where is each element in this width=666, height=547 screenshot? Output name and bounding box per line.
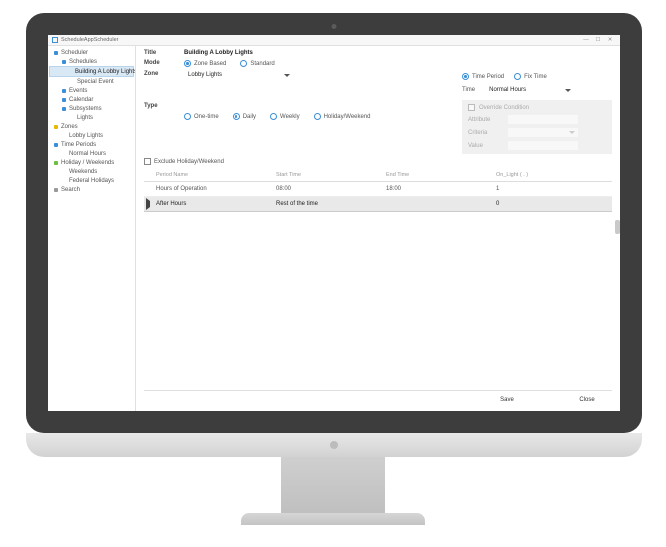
sidebar-item-label: Zones	[61, 124, 78, 130]
period-table-header: Period Name Start Time End Time On_Light…	[144, 169, 612, 182]
tree-bullet-icon	[62, 107, 66, 111]
tree-bullet-icon	[70, 116, 74, 120]
monitor-stand	[281, 457, 385, 515]
nav-tree: Scheduler Schedules Building A Lobby Light…	[48, 46, 136, 411]
tree-bullet-icon	[62, 170, 66, 174]
tree-bullet-icon	[54, 161, 58, 165]
tree-bullet-icon	[62, 98, 66, 102]
tree-bullet-icon	[62, 60, 66, 64]
sidebar-item-label: Scheduler	[61, 50, 88, 56]
sidebar-item[interactable]: Subsystems	[48, 104, 135, 113]
app-icon	[52, 37, 58, 43]
sidebar-item[interactable]: Holiday / Weekends	[48, 158, 135, 167]
window-titlebar: ScheduleAppScheduler — ☐ ✕	[48, 35, 620, 46]
sidebar-item-label: Schedules	[69, 59, 97, 65]
tree-bullet-icon	[70, 80, 74, 84]
chevron-down-icon	[565, 89, 571, 92]
type-radio-weekly[interactable]: Weekly	[270, 113, 300, 120]
sidebar-item[interactable]: Federal Holidays	[48, 176, 135, 185]
sidebar-item[interactable]: Schedules	[48, 57, 135, 66]
time-period-radio[interactable]: Time Period	[462, 73, 504, 80]
sidebar-item[interactable]: Normal Hours	[48, 149, 135, 158]
mode-radio-standard[interactable]: Standard	[240, 60, 274, 67]
chevron-down-icon	[284, 74, 290, 77]
table-row[interactable]: After HoursRest of the time0	[144, 197, 612, 212]
title-label: Title	[144, 50, 178, 56]
sidebar-item-label: Federal Holidays	[69, 178, 114, 184]
criteria-field	[508, 128, 578, 137]
sidebar-item[interactable]: Events	[48, 86, 135, 95]
sidebar-item-label: Normal Hours	[69, 151, 106, 157]
tree-bullet-icon	[62, 89, 66, 93]
sidebar-item[interactable]: Time Periods	[48, 140, 135, 149]
sidebar-item-label: Holiday / Weekends	[61, 160, 114, 166]
power-button	[330, 441, 338, 449]
sidebar-item[interactable]: Calendar	[48, 95, 135, 104]
save-button[interactable]: Save	[482, 395, 532, 405]
window-close[interactable]: ✕	[604, 37, 616, 43]
zone-dropdown[interactable]: Lobby Lights	[184, 71, 294, 79]
camera-dot	[332, 24, 337, 29]
exclude-checkbox[interactable]	[144, 158, 151, 165]
sidebar-item-label: Lobby Lights	[69, 133, 103, 139]
tree-bullet-icon	[54, 188, 58, 192]
type-radio-onetime[interactable]: One-time	[184, 113, 219, 120]
sidebar-item[interactable]: Special Event	[48, 77, 135, 86]
row-cursor-icon	[146, 198, 150, 210]
scrollbar-thumb[interactable]	[615, 220, 620, 234]
sidebar-item-label: Search	[61, 187, 80, 193]
monitor-chin	[26, 433, 642, 457]
tree-bullet-icon	[54, 51, 58, 55]
time-dropdown[interactable]: Normal Hours	[485, 86, 575, 94]
window-maximize[interactable]: ☐	[592, 37, 604, 43]
monitor-frame: ScheduleAppScheduler — ☐ ✕ SchedulerSche…	[26, 13, 642, 433]
value-field	[508, 141, 578, 150]
window-title: ScheduleAppScheduler	[61, 37, 119, 43]
table-row[interactable]: Hours of Operation08:0018:001	[144, 182, 612, 197]
sidebar-item-label: Special Event	[77, 79, 114, 85]
tree-bullet-icon	[54, 125, 58, 129]
tree-bullet-icon	[62, 179, 66, 183]
sidebar-item-label: Building A Lobby Lights	[75, 69, 136, 75]
sidebar-item[interactable]: Zones	[48, 122, 135, 131]
window-minimize[interactable]: —	[580, 37, 592, 43]
type-radio-holiday[interactable]: Holiday/Weekend	[314, 113, 371, 120]
sidebar-item-label: Time Periods	[61, 142, 96, 148]
sidebar-item-label: Events	[69, 88, 87, 94]
zone-label: Zone	[144, 71, 178, 99]
tree-bullet-icon	[62, 134, 66, 138]
title-value: Building A Lobby Lights	[184, 50, 456, 56]
sidebar-item-label: Calendar	[69, 97, 93, 103]
time-label: Time	[462, 87, 475, 93]
mode-label: Mode	[144, 60, 178, 67]
sidebar-item[interactable]: Weekends	[48, 167, 135, 176]
attribute-field	[508, 115, 578, 124]
type-radio-daily[interactable]: Daily	[233, 113, 256, 120]
sidebar-item[interactable]: Lights	[48, 113, 135, 122]
close-button[interactable]: Close	[562, 395, 612, 405]
sidebar-item-label: Weekends	[69, 169, 97, 175]
editor-pane: Title Building A Lobby Lights Mode Zone …	[136, 46, 620, 411]
mode-radio-zone[interactable]: Zone Based	[184, 60, 226, 67]
tree-bullet-icon	[54, 143, 58, 147]
sidebar-item[interactable]: Search	[48, 185, 135, 194]
sidebar-item[interactable]: Scheduler	[48, 48, 135, 57]
tree-bullet-icon	[62, 152, 66, 156]
override-condition-panel: Override Condition Attribute Criteria Va…	[462, 100, 612, 154]
exclude-label: Exclude Holiday/Weekend	[154, 159, 224, 165]
sidebar-item-label: Subsystems	[69, 106, 102, 112]
app-window: ScheduleAppScheduler — ☐ ✕ SchedulerSche…	[48, 35, 620, 411]
sidebar-item-label: Lights	[77, 115, 93, 121]
sidebar-item[interactable]: Lobby Lights	[48, 131, 135, 140]
period-table-body: Hours of Operation08:0018:001After Hours…	[144, 182, 612, 390]
override-checkbox	[468, 104, 475, 111]
type-label: Type	[144, 103, 178, 130]
sidebar-item[interactable]: Building A Lobby Lights	[49, 66, 134, 77]
fix-time-radio[interactable]: Fix Time	[514, 73, 547, 80]
